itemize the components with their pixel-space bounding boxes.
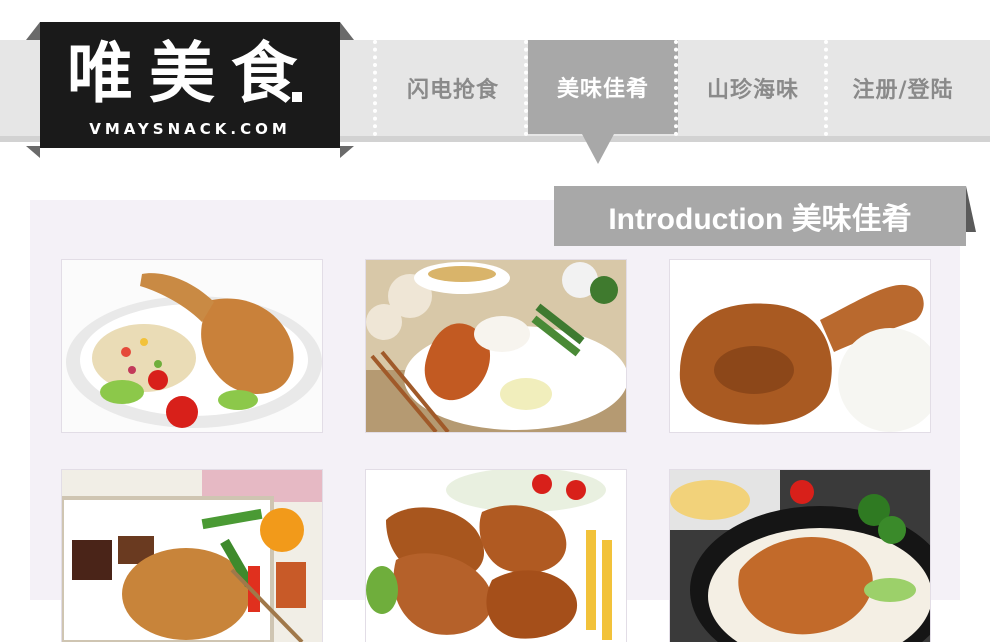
food-image-card[interactable] bbox=[366, 470, 626, 642]
food-image-card[interactable] bbox=[670, 260, 930, 432]
nav-item-label: 美味佳肴 bbox=[556, 77, 649, 102]
food-image-card[interactable] bbox=[366, 260, 626, 432]
food-photo bbox=[670, 470, 930, 642]
section-title-tab: Introduction 美味佳肴 bbox=[554, 186, 966, 246]
food-image-card[interactable] bbox=[670, 470, 930, 642]
nav-item-rare-delicacies[interactable]: 山珍海味 bbox=[678, 40, 828, 136]
site-logo[interactable]: 唯美食 VMAYSNACK.COM bbox=[40, 22, 340, 148]
nav-item-label: 注册/登陆 bbox=[852, 78, 954, 103]
food-image-card[interactable] bbox=[62, 260, 322, 432]
nav-item-flash-food[interactable]: 闪电抢食 bbox=[378, 40, 528, 136]
food-photo bbox=[366, 260, 626, 432]
logo-dot bbox=[292, 92, 302, 102]
nav-separator bbox=[373, 40, 377, 136]
section-tab-fold bbox=[966, 186, 976, 232]
food-photo bbox=[62, 470, 322, 642]
food-image-card[interactable] bbox=[62, 470, 322, 642]
food-photo bbox=[366, 470, 626, 642]
logo-fold-top-right bbox=[340, 22, 354, 40]
food-photo bbox=[670, 260, 930, 432]
logo-fold-bottom-left bbox=[26, 146, 40, 158]
nav-item-label: 闪电抢食 bbox=[406, 78, 499, 103]
logo-fold-top-left bbox=[26, 22, 40, 40]
food-photo bbox=[62, 260, 322, 432]
nav-active-pointer bbox=[582, 134, 614, 164]
logo-fold-bottom-right bbox=[340, 146, 354, 158]
nav-item-delicacies[interactable]: 美味佳肴 bbox=[528, 40, 678, 134]
nav-item-register-login[interactable]: 注册/登陆 bbox=[828, 40, 978, 136]
logo-site-url: VMAYSNACK.COM bbox=[89, 120, 291, 138]
section-title: Introduction 美味佳肴 bbox=[608, 203, 912, 236]
nav-item-label: 山珍海味 bbox=[706, 78, 799, 103]
